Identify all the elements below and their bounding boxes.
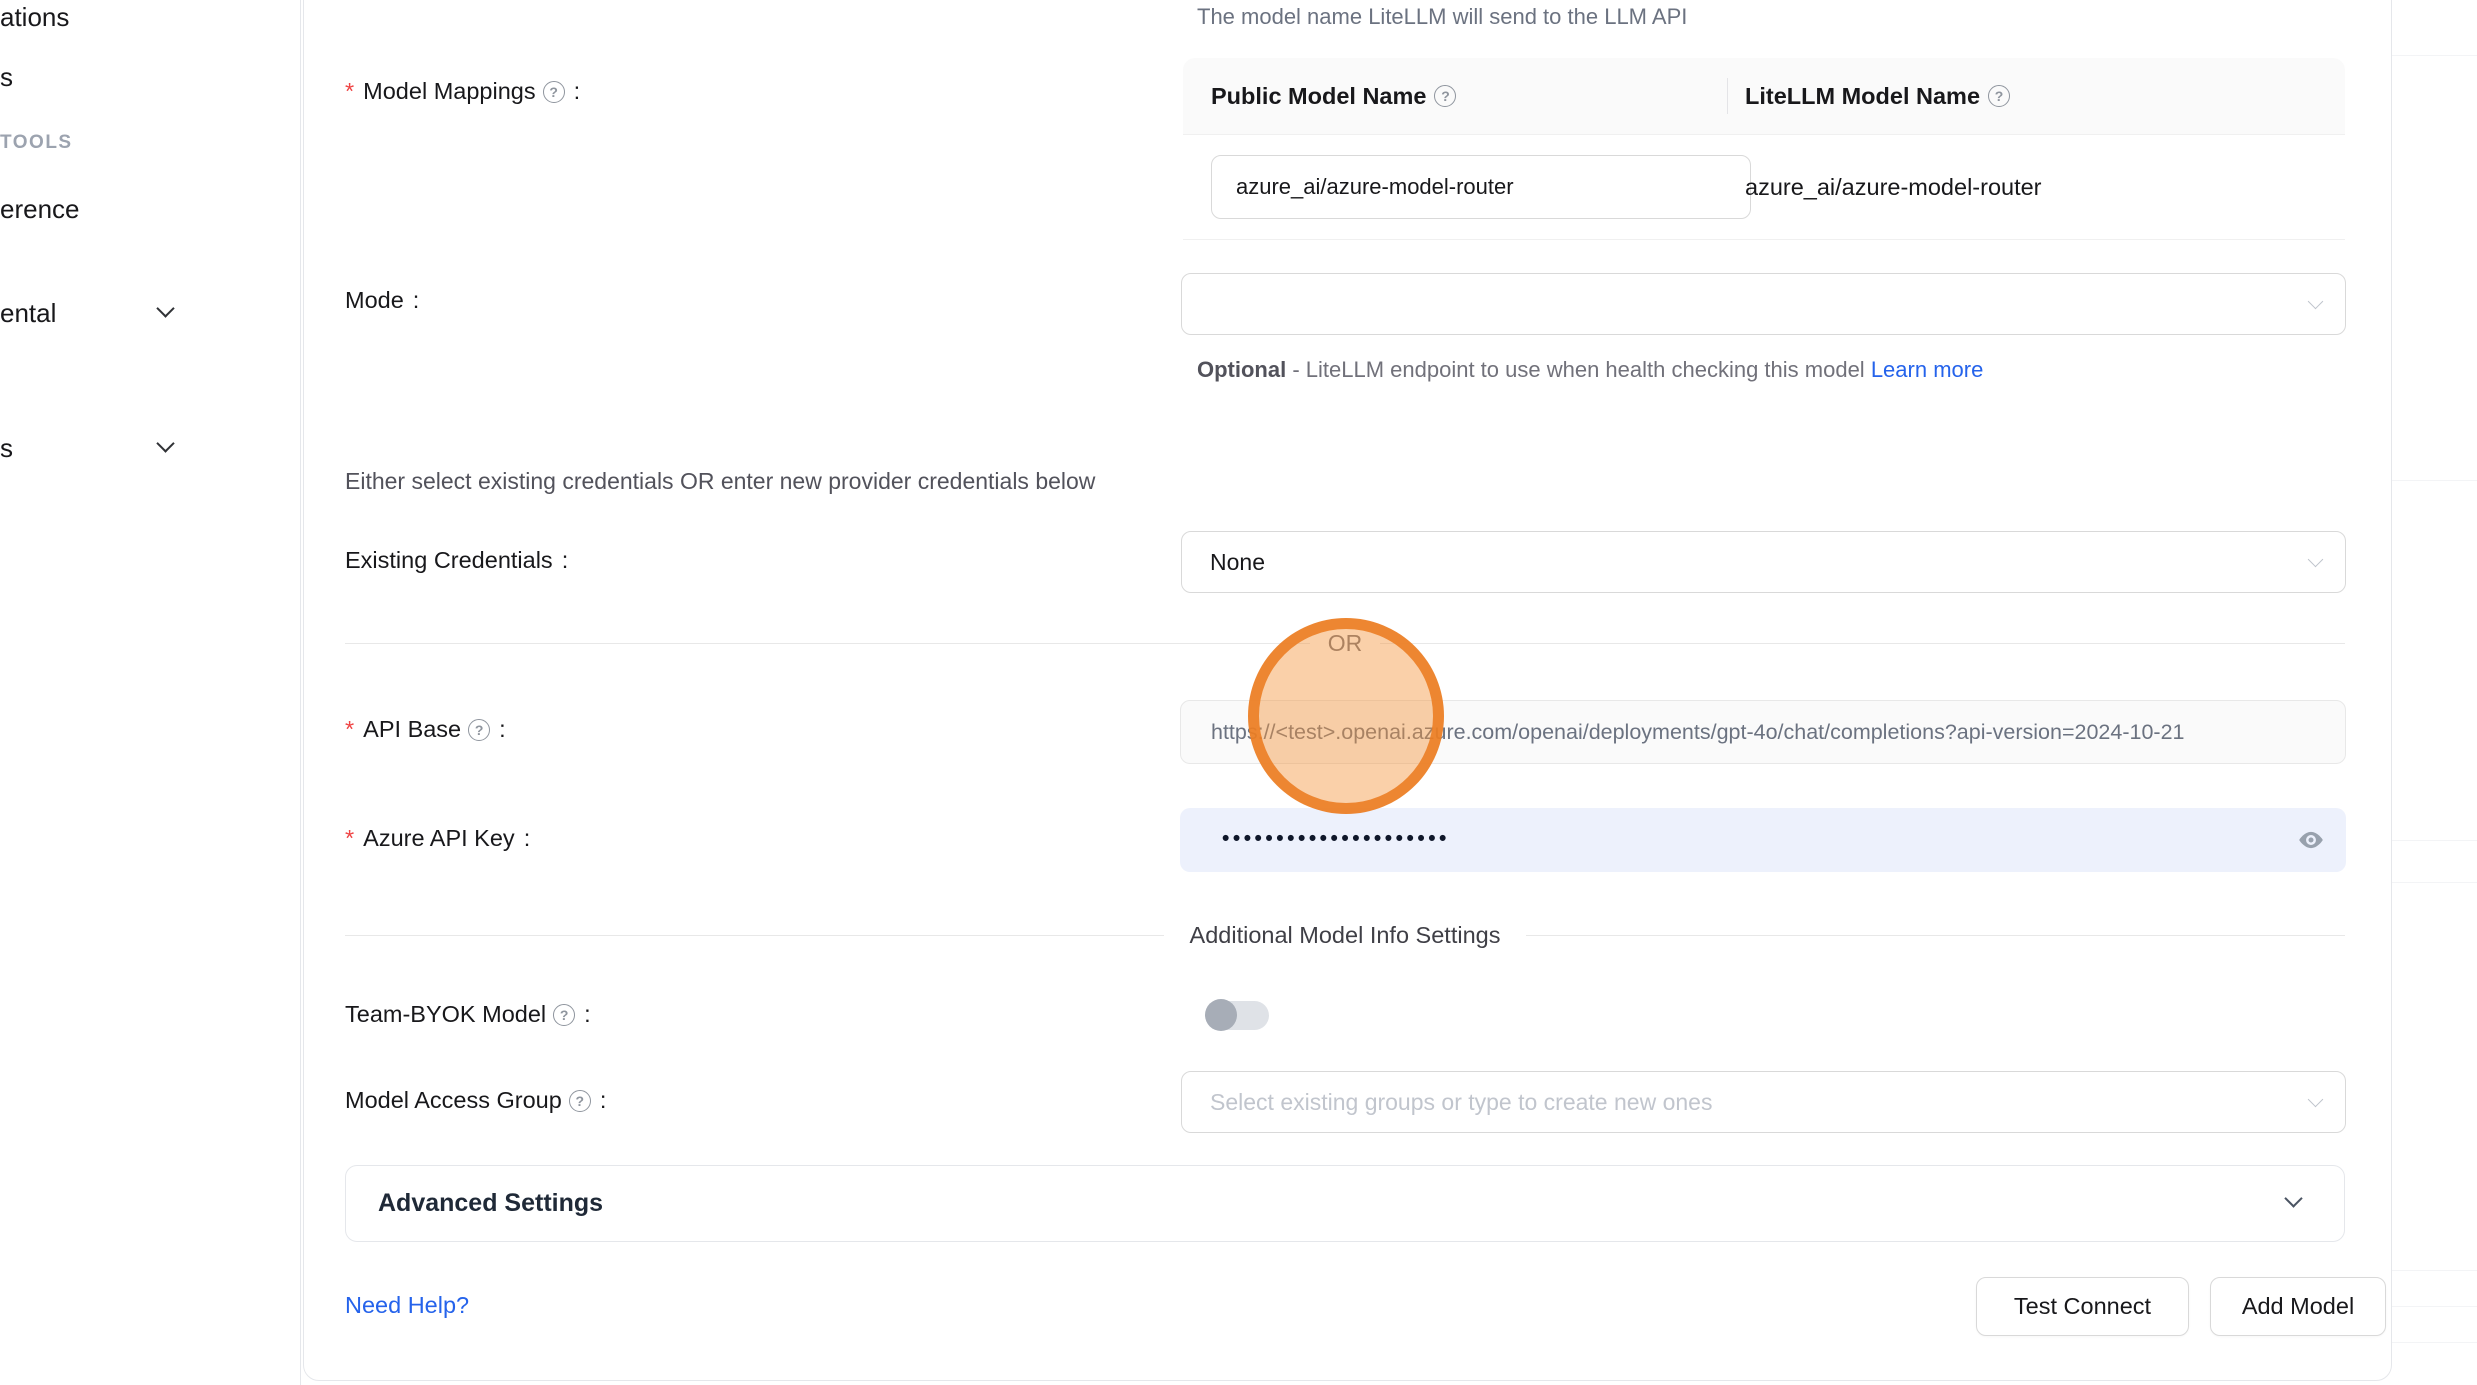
background-artifact [2392, 840, 2477, 841]
help-icon[interactable]: ? [468, 719, 490, 741]
help-icon[interactable]: ? [569, 1090, 591, 1112]
background-artifact [2392, 1306, 2477, 1307]
background-artifact [2392, 882, 2477, 883]
table-header-public-model-name: Public Model Name ? [1183, 83, 1727, 110]
learn-more-link[interactable]: Learn more [1871, 357, 1984, 382]
api-base-input[interactable]: https://<test>.openai.azure.com/openai/d… [1180, 700, 2346, 764]
chevron-down-icon [2284, 1189, 2302, 1207]
or-divider-text: OR [1310, 630, 1381, 657]
toggle-password-visibility-button[interactable] [2294, 823, 2328, 857]
test-connect-button[interactable]: Test Connect [1976, 1277, 2189, 1336]
background-artifact [2392, 480, 2477, 481]
chevron-down-icon[interactable] [156, 299, 174, 317]
or-divider: OR [345, 630, 2345, 657]
azure-api-key-input[interactable]: ••••••••••••••••••••• [1180, 808, 2346, 872]
sidebar-section-tools: TOOLS [0, 132, 73, 154]
help-icon[interactable]: ? [1434, 85, 1456, 107]
existing-credentials-select[interactable]: None [1181, 531, 2346, 593]
sidebar: ations s TOOLS erence ental s [0, 0, 301, 1385]
help-icon[interactable]: ? [1988, 85, 2010, 107]
table-header-row: Public Model Name ? LiteLLM Model Name ? [1183, 58, 2345, 135]
section-divider-text: Additional Model Info Settings [1164, 922, 1527, 949]
table-row: azure_ai/azure-model-router [1183, 135, 2345, 240]
chevron-down-icon [2308, 1092, 2324, 1108]
masked-api-key: ••••••••••••••••••••• [1222, 828, 1450, 849]
sidebar-item-settings[interactable]: s [0, 433, 13, 464]
add-model-button[interactable]: Add Model [2210, 1277, 2386, 1336]
existing-credentials-value: None [1210, 549, 1265, 576]
background-artifact [2392, 55, 2477, 56]
credentials-note: Either select existing credentials OR en… [345, 468, 1095, 495]
required-marker: * [345, 716, 354, 743]
background-artifact [2392, 1270, 2477, 1271]
mode-label: Mode : [345, 287, 419, 314]
sidebar-item-organizations[interactable]: ations [0, 2, 69, 33]
need-help-link[interactable]: Need Help? [345, 1292, 469, 1319]
toggle-knob [1205, 999, 1237, 1031]
model-mappings-table: Public Model Name ? LiteLLM Model Name ?… [1183, 58, 2345, 240]
team-byok-toggle[interactable] [1205, 998, 1269, 1032]
required-marker: * [345, 825, 354, 852]
existing-credentials-label: Existing Credentials : [345, 547, 568, 574]
model-access-group-label: Model Access Group ? : [345, 1087, 606, 1114]
required-marker: * [345, 78, 354, 105]
column-divider [1727, 78, 1728, 114]
help-icon[interactable]: ? [543, 81, 565, 103]
model-access-group-select[interactable]: Select existing groups or type to create… [1181, 1071, 2346, 1133]
litellm-model-name-value: azure_ai/azure-model-router [1727, 174, 2345, 201]
sidebar-item-2[interactable]: s [0, 62, 13, 93]
section-divider: Additional Model Info Settings [345, 922, 2345, 949]
chevron-down-icon [2308, 294, 2324, 310]
table-header-litellm-model-name: LiteLLM Model Name ? [1727, 83, 2345, 110]
model-access-group-placeholder: Select existing groups or type to create… [1210, 1089, 1712, 1116]
eye-icon [2295, 827, 2327, 853]
api-base-label: * API Base ? : [345, 716, 506, 743]
advanced-settings-title: Advanced Settings [346, 1189, 603, 1218]
chevron-down-icon [2308, 552, 2324, 568]
mode-select[interactable] [1181, 273, 2346, 335]
model-mappings-label: * Model Mappings ? : [345, 78, 580, 105]
model-name-help-text: The model name LiteLLM will send to the … [1197, 4, 1687, 30]
chevron-down-icon[interactable] [156, 434, 174, 452]
background-artifact [2392, 1342, 2477, 1343]
help-icon[interactable]: ? [553, 1004, 575, 1026]
sidebar-item-experimental[interactable]: ental [0, 298, 56, 329]
team-byok-label: Team-BYOK Model ? : [345, 1001, 591, 1028]
advanced-settings-toggle[interactable]: Advanced Settings [345, 1165, 2345, 1242]
public-model-name-input[interactable] [1211, 155, 1751, 219]
mode-help-text: Optional - LiteLLM endpoint to use when … [1197, 350, 2032, 390]
add-model-page: ations s TOOLS erence ental s The model … [0, 0, 2477, 1385]
sidebar-item-reference[interactable]: erence [0, 194, 80, 225]
azure-api-key-label: * Azure API Key : [345, 825, 530, 852]
